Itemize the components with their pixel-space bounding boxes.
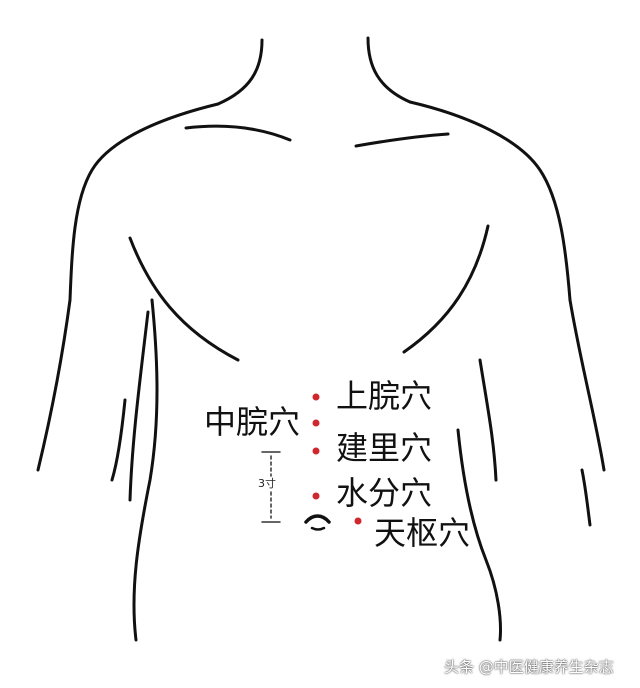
left-arm-line bbox=[36, 298, 72, 472]
shuifen-label: 水分穴 bbox=[336, 474, 433, 512]
tianshu-label: 天枢穴 bbox=[374, 514, 471, 552]
left-clavicle-line bbox=[184, 124, 292, 142]
distance-label: 3寸 bbox=[258, 477, 276, 490]
navel-mark-lower bbox=[310, 526, 326, 531]
shangwan-label: 上脘穴 bbox=[336, 377, 433, 415]
torso-outline bbox=[36, 36, 606, 642]
tianshu-point bbox=[354, 517, 362, 525]
jianli-point bbox=[312, 447, 320, 455]
left-armpit-line bbox=[128, 310, 150, 502]
left-pectoral-line bbox=[128, 236, 240, 362]
neck-left-line bbox=[216, 38, 264, 106]
right-inner-arm-line bbox=[580, 468, 592, 527]
watermark-text: 头条 @中医健康养生杂志 bbox=[444, 658, 614, 676]
right-shoulder-line bbox=[408, 100, 572, 302]
shuifen-point bbox=[312, 492, 320, 500]
left-torso-line bbox=[132, 298, 159, 642]
right-armpit-line bbox=[478, 358, 498, 482]
acupoint-diagram: 上脘穴 中脘穴 建里穴 水分穴 天枢穴 3寸 头条 @中医健康养生杂志 bbox=[0, 0, 640, 688]
jianli-label: 建里穴 bbox=[336, 429, 433, 467]
shangwan-point bbox=[312, 393, 320, 401]
right-pectoral-line bbox=[402, 224, 490, 354]
right-clavicle-line bbox=[354, 132, 450, 148]
navel-mark bbox=[304, 514, 331, 524]
zhongwan-label: 中脘穴 bbox=[204, 403, 301, 441]
neck-right-line bbox=[366, 36, 412, 104]
left-inner-arm-line bbox=[110, 398, 127, 482]
right-arm-line bbox=[568, 298, 606, 472]
zhongwan-point bbox=[312, 419, 320, 427]
